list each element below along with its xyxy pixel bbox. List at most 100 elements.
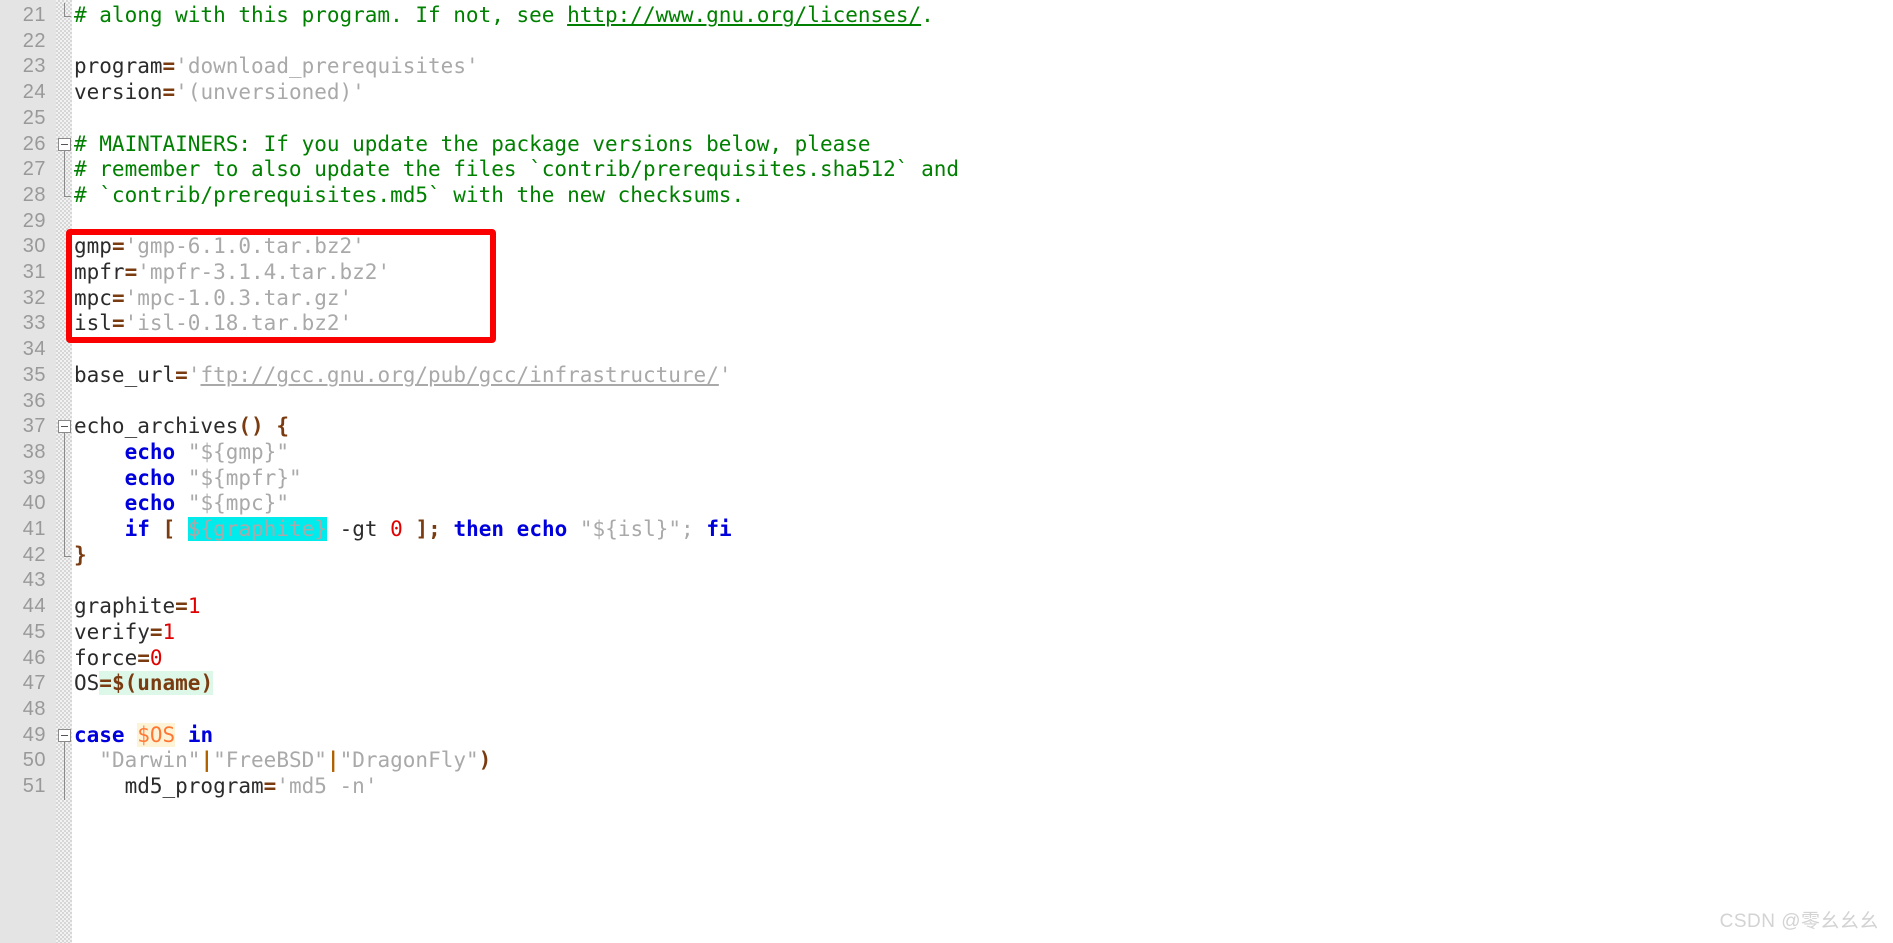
code-line[interactable]: 31 mpfr='mpfr-3.1.4.tar.bz2' — [0, 260, 1893, 286]
code-token: = — [162, 54, 176, 79]
line-source[interactable]: OS=$(uname) — [74, 671, 214, 697]
line-source[interactable]: program='download_prerequisites' — [74, 54, 479, 80]
line-number: 47 — [22, 672, 46, 695]
line-source[interactable]: # along with this program. If not, see h… — [74, 3, 934, 29]
code-line[interactable]: 44 graphite=1 — [0, 594, 1893, 620]
code-line[interactable]: 27 # remember to also update the files `c… — [0, 157, 1893, 183]
line-number: 43 — [22, 569, 46, 592]
code-line[interactable]: 24 version='(unversioned)' — [0, 80, 1893, 106]
line-number: 31 — [22, 261, 46, 283]
code-line[interactable]: 29 — [0, 209, 1893, 235]
fold-collapse-icon[interactable] — [58, 137, 71, 151]
code-line[interactable]: 23 program='download_prerequisites' — [0, 54, 1893, 80]
code-token: http://www.gnu.org/licenses/ — [567, 3, 922, 27]
code-token: echo — [124, 465, 176, 490]
code-token: [ — [162, 517, 176, 541]
line-source[interactable]: } — [74, 543, 87, 569]
line-source[interactable]: graphite=1 — [74, 594, 200, 620]
code-line[interactable]: 35 base_url='ftp://gcc.gnu.org/pub/gcc/in… — [0, 363, 1893, 389]
line-source[interactable]: mpc='mpc-1.0.3.tar.gz' — [74, 286, 352, 312]
code-line[interactable]: 40 echo "${mpc}" — [0, 491, 1893, 517]
code-token: () — [238, 414, 264, 439]
line-source[interactable]: case $OS in — [74, 722, 214, 749]
line-number: 50 — [22, 749, 46, 772]
line-number: 35 — [22, 363, 46, 386]
code-line[interactable]: 36 — [0, 389, 1893, 415]
code-token: ' — [187, 362, 201, 387]
code-token: 0 — [149, 645, 163, 670]
code-line[interactable]: 26 # MAINTAINERS: If you update the packa… — [0, 132, 1893, 158]
code-token: = — [175, 594, 188, 619]
code-line[interactable]: 22 — [0, 29, 1893, 55]
code-line[interactable]: 45 verify=1 — [0, 620, 1893, 646]
code-line[interactable]: 48 — [0, 697, 1893, 723]
code-line[interactable]: 37 echo_archives() { — [0, 414, 1893, 440]
code-token: = — [124, 260, 138, 284]
line-number: 32 — [22, 286, 46, 309]
code-token: in — [187, 722, 214, 747]
code-token: base_url — [74, 362, 176, 387]
code-line[interactable]: 34 — [0, 337, 1893, 363]
fold-guide-line — [64, 517, 65, 543]
code-token: gmp — [74, 234, 112, 259]
line-source[interactable]: echo "${mpc}" — [74, 491, 289, 517]
code-line[interactable]: 43 — [0, 568, 1893, 594]
code-line[interactable]: 21 # along with this program. If not, see… — [0, 3, 1893, 29]
code-token: = — [137, 645, 150, 670]
code-line[interactable]: 39 echo "${mpfr}" — [0, 466, 1893, 492]
line-source[interactable]: version='(unversioned)' — [74, 80, 365, 106]
line-source[interactable]: echo "${mpfr}" — [74, 466, 302, 492]
line-source[interactable]: base_url='ftp://gcc.gnu.org/pub/gcc/infr… — [74, 363, 732, 389]
code-token: | — [200, 748, 214, 773]
line-source[interactable]: md5_program='md5 -n' — [74, 774, 378, 800]
fold-collapse-icon[interactable] — [58, 728, 71, 742]
code-line[interactable]: 46 force=0 — [0, 646, 1893, 672]
code-token: = — [175, 362, 188, 387]
line-source[interactable]: verify=1 — [74, 620, 175, 646]
fold-collapse-icon[interactable] — [58, 420, 71, 434]
code-line[interactable]: 47 OS=$(uname) — [0, 671, 1893, 697]
code-line[interactable]: 33 isl='isl-0.18.tar.bz2' — [0, 311, 1893, 337]
fold-end-marker — [64, 15, 71, 17]
line-number: 24 — [22, 81, 46, 104]
code-editor[interactable]: 21 # along with this program. If not, see… — [0, 0, 1893, 943]
line-source[interactable]: if [ ${graphite} -gt 0 ]; then echo "${i… — [74, 517, 732, 543]
line-source[interactable]: gmp='gmp-6.1.0.tar.bz2' — [74, 234, 365, 260]
code-token: graphite — [74, 594, 176, 619]
code-line[interactable]: 51 md5_program='md5 -n' — [0, 774, 1893, 800]
code-line[interactable]: 28 # `contrib/prerequisites.md5` with the… — [0, 183, 1893, 209]
line-source[interactable]: isl='isl-0.18.tar.bz2' — [74, 311, 352, 337]
line-source[interactable]: echo "${gmp}" — [74, 440, 289, 466]
code-line[interactable]: 41 if [ ${graphite} -gt 0 ]; then echo "… — [0, 517, 1893, 543]
line-source[interactable]: # `contrib/prerequisites.md5` with the n… — [74, 183, 744, 209]
line-source[interactable]: # remember to also update the files `con… — [74, 157, 959, 183]
line-number: 48 — [22, 697, 46, 720]
code-line[interactable]: 25 — [0, 106, 1893, 132]
code-line[interactable]: 42} — [0, 543, 1893, 569]
line-source[interactable]: # MAINTAINERS: If you update the package… — [74, 132, 871, 158]
line-source[interactable]: "Darwin"|"FreeBSD"|"DragonFly") — [74, 748, 491, 774]
line-source[interactable]: mpfr='mpfr-3.1.4.tar.bz2' — [74, 260, 390, 286]
line-number: 25 — [22, 106, 46, 129]
fold-guide-line — [64, 774, 65, 800]
code-content[interactable]: 21 # along with this program. If not, see… — [0, 0, 1893, 943]
code-token: = — [111, 311, 125, 336]
code-line[interactable]: 38 echo "${gmp}" — [0, 440, 1893, 466]
line-source[interactable]: echo_archives() { — [74, 414, 289, 440]
code-line[interactable]: 50 "Darwin"|"FreeBSD"|"DragonFly") — [0, 748, 1893, 774]
code-token: = — [111, 234, 125, 259]
code-line[interactable]: 32 mpc='mpc-1.0.3.tar.gz' — [0, 286, 1893, 312]
code-token: ftp://gcc.gnu.org/pub/gcc/infrastructure… — [200, 362, 719, 387]
line-number: 23 — [22, 55, 46, 78]
code-line[interactable]: 30 gmp='gmp-6.1.0.tar.bz2' — [0, 234, 1893, 260]
code-token: "${gmp}" — [187, 439, 289, 464]
code-token: = — [263, 774, 277, 798]
code-line[interactable]: 49 case $OS in — [0, 722, 1893, 749]
line-source[interactable]: force=0 — [74, 646, 163, 672]
